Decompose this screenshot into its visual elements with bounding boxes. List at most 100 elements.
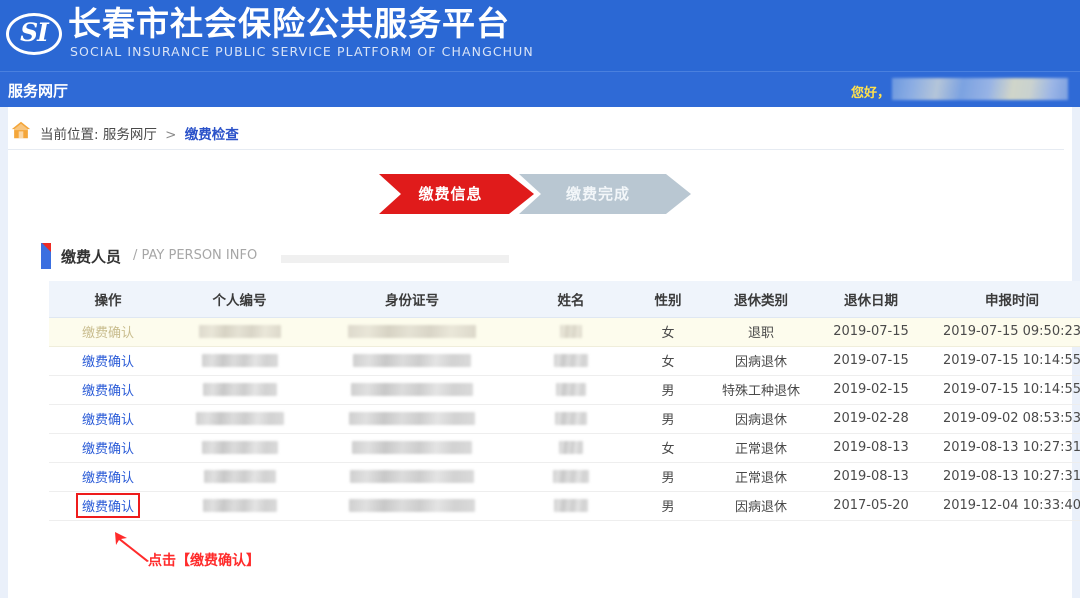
id-number-cell [312,491,512,521]
col-gender: 性别 [630,281,706,318]
retire-date-cell: 2019-08-13 [816,433,926,463]
col-retire-type: 退休类别 [706,281,816,318]
action-cell: 缴费确认 [49,433,167,463]
person-id-cell [167,346,312,376]
person-id-cell [167,433,312,463]
service-hall-bar: 服务网厅 您好， [0,71,1080,107]
pay-confirm-link[interactable]: 缴费确认 [82,326,134,341]
site-title-cn: 长春市社会保险公共服务平台 [68,4,510,43]
action-cell: 缴费确认 [49,317,167,347]
id-number-cell [312,433,512,463]
person-id-cell [167,462,312,492]
declare-time-cell: 2019-12-04 10:33:40 [926,491,1080,521]
gender-cell: 男 [630,404,706,434]
declare-time-cell: 2019-08-13 10:27:31 [926,433,1080,463]
breadcrumb-root[interactable]: 服务网厅 [103,127,157,143]
retire-date-cell: 2019-07-15 [816,346,926,376]
retire-date-cell: 2019-08-13 [816,462,926,492]
col-person-id: 个人编号 [167,281,312,318]
redacted-value [348,325,476,338]
breadcrumb-separator: > [165,127,177,143]
person-id-cell [167,317,312,347]
retire-type-cell: 正常退休 [706,433,816,463]
declare-time-cell: 2019-07-15 10:14:55 [926,346,1080,376]
person-id-cell [167,404,312,434]
col-id-number: 身份证号 [312,281,512,318]
declare-time-cell: 2019-07-15 09:50:23 [926,317,1080,347]
logo-letters: SI [20,18,49,47]
redacted-value [351,383,473,396]
pay-confirm-link[interactable]: 缴费确认 [82,384,134,399]
redacted-value [353,354,471,367]
redacted-value [201,441,278,454]
redacted-value [195,412,284,425]
retire-type-cell: 因病退休 [706,404,816,434]
table-row: 缴费确认 男因病退休 2017-05-20 2019-12-04 10:33:40 [49,491,1080,521]
pay-confirm-link[interactable]: 缴费确认 [75,493,140,518]
id-number-cell [312,375,512,405]
home-icon[interactable] [10,119,32,141]
id-number-cell [312,317,512,347]
si-logo: SI [6,6,62,62]
retire-type-cell: 退职 [706,317,816,347]
gender-cell: 女 [630,433,706,463]
retire-date-cell: 2017-05-20 [816,491,926,521]
action-cell: 缴费确认 [49,462,167,492]
redacted-value [554,354,588,367]
breadcrumb-prefix: 当前位置: [40,127,99,143]
greeting-label: 您好， [850,86,890,101]
redacted-value [349,499,475,512]
redacted-value [556,383,586,396]
pay-person-table: 操作 个人编号 身份证号 姓名 性别 退休类别 退休日期 申报时间 缴费确认女退… [49,281,1080,521]
name-cell [512,462,630,492]
pay-confirm-link[interactable]: 缴费确认 [82,442,134,457]
breadcrumb: 当前位置: 服务网厅 > 缴费检查 [8,115,1072,150]
name-cell [512,346,630,376]
retire-type-cell: 特殊工种退休 [706,375,816,405]
section-title-en: / PAY PERSON INFO [133,248,258,263]
declare-time-cell: 2019-07-15 10:14:55 [926,375,1080,405]
table-row: 缴费确认 女正常退休 2019-08-13 2019-08-13 10:27:31 [49,433,1080,463]
service-hall-label: 服务网厅 [8,82,69,100]
site-header: SI 长春市社会保险公共服务平台 SOCIAL INSURANCE PUBLIC… [0,0,1080,71]
action-cell: 缴费确认 [49,491,167,521]
table-row: 缴费确认 女退职 2019-07-15 2019-07-15 09:50:23 [49,317,1080,347]
declare-time-cell: 2019-08-13 10:27:31 [926,462,1080,492]
retire-date-cell: 2019-02-15 [816,375,926,405]
retire-type-cell: 因病退休 [706,346,816,376]
page-root: SI 长春市社会保险公共服务平台 SOCIAL INSURANCE PUBLIC… [0,0,1080,598]
id-number-cell [312,404,512,434]
redacted-value [559,441,583,454]
gender-cell: 男 [630,491,706,521]
name-cell [512,404,630,434]
pay-confirm-link[interactable]: 缴费确认 [82,355,134,370]
table-header-row: 操作 个人编号 身份证号 姓名 性别 退休类别 退休日期 申报时间 [49,281,1080,318]
site-title-en: SOCIAL INSURANCE PUBLIC SERVICE PLATFORM… [70,44,534,59]
pay-confirm-link[interactable]: 缴费确认 [82,471,134,486]
redacted-username [892,78,1068,100]
redacted-value [203,470,276,483]
table-row: 缴费确认 男特殊工种退休 2019-02-15 2019-07-15 10:14:55 [49,375,1080,405]
redacted-value [202,383,277,396]
retire-date-cell: 2019-07-15 [816,317,926,347]
redacted-value [350,470,474,483]
person-id-cell [167,375,312,405]
breadcrumb-text: 当前位置: 服务网厅 > 缴费检查 [40,123,239,143]
retire-date-cell: 2019-02-28 [816,404,926,434]
redacted-value [202,499,277,512]
breadcrumb-current: 缴费检查 [184,127,239,143]
col-action: 操作 [49,281,167,318]
gender-cell: 男 [630,375,706,405]
step-payment-info: 缴费信息 [379,174,534,214]
redacted-value [352,441,472,454]
pay-confirm-link[interactable]: 缴费确认 [82,413,134,428]
section-marker-icon [41,243,51,269]
step-payment-complete: 缴费完成 [519,174,691,214]
id-number-cell [312,462,512,492]
name-cell [512,491,630,521]
name-cell [512,375,630,405]
table-body: 缴费确认女退职 2019-07-15 2019-07-15 09:50:23 缴费确认… [49,317,1080,521]
redacted-value [560,325,582,338]
redacted-value [553,470,589,483]
content-shell: 当前位置: 服务网厅 > 缴费检查 缴费信息 缴费完成 缴费人员 / PAY P… [8,107,1080,598]
